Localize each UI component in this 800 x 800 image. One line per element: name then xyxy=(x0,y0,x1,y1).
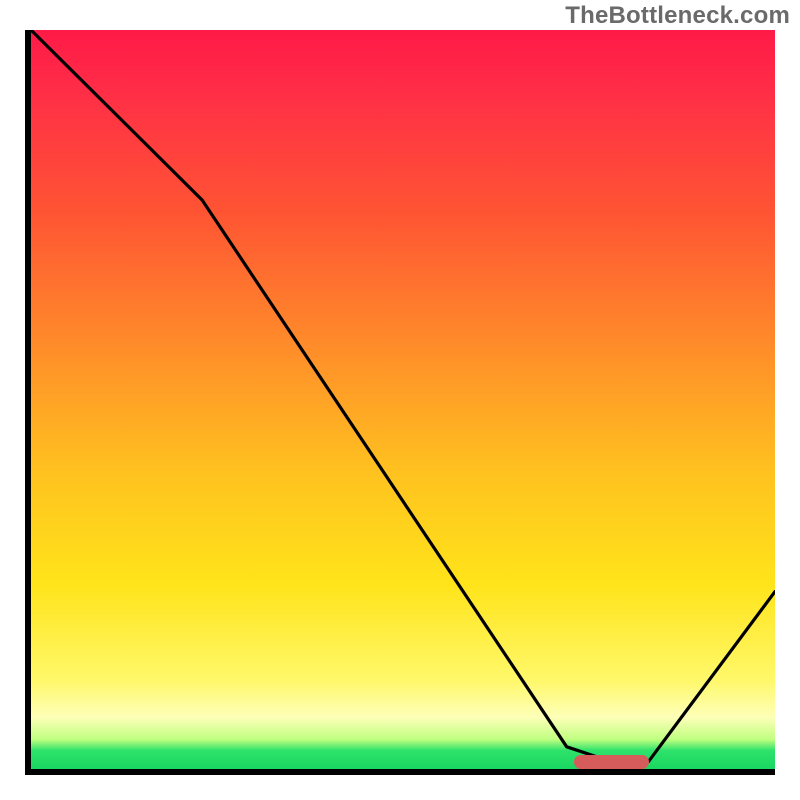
plot-area xyxy=(25,30,775,775)
curve-layer xyxy=(31,30,775,769)
bottleneck-curve-path xyxy=(31,30,775,762)
watermark-text: TheBottleneck.com xyxy=(565,2,790,30)
chart-container: TheBottleneck.com xyxy=(0,0,800,800)
optimal-range-marker xyxy=(574,755,648,769)
